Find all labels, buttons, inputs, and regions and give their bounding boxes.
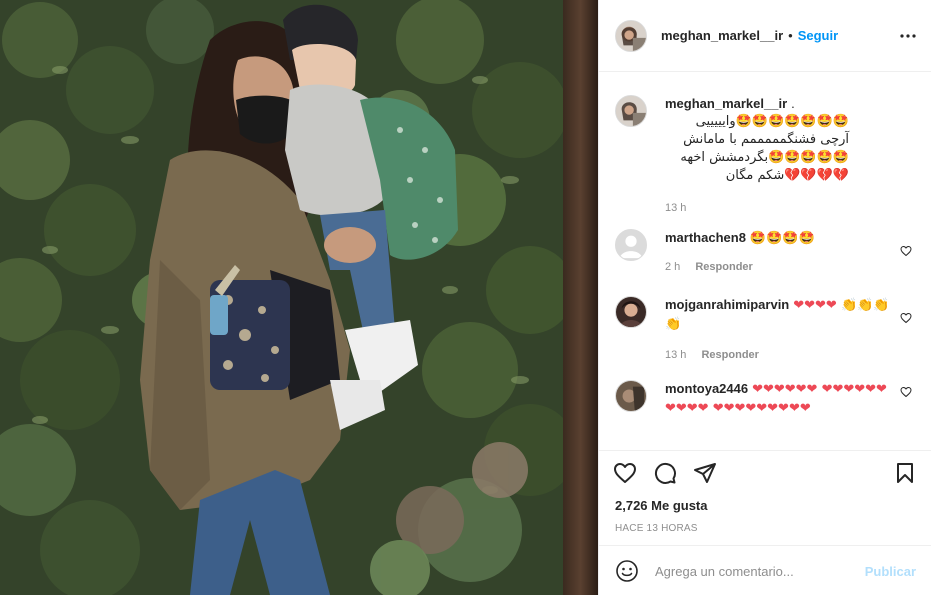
caption-username[interactable]: meghan_markel__ir [665,96,787,111]
paper-plane-icon[interactable] [693,461,719,487]
comment-body: montoya2446 ❤❤❤❤❤❤ ❤❤❤❤❤❤❤❤❤❤ ❤❤❤❤❤❤❤❤❤ [665,380,895,418]
caption-body: meghan_markel__ir. 🤩🤩🤩🤩🤩🤩🤩وایییییی آرچی … [665,95,895,215]
likes-count[interactable]: 2,726 Me gusta [615,498,708,513]
caption-time[interactable]: 13 h [665,202,686,214]
caption-line-2: آرچی فشنگمممممم با مامانش [683,132,849,147]
comment-username[interactable]: mojganrahimiparvin [665,297,789,312]
comment-avatar[interactable] [615,229,647,261]
header-separator: • [788,28,793,43]
comment-avatar-image [616,297,646,327]
comment-text: 🤩🤩🤩🤩 [749,231,815,246]
comment-meta: 2 h Responder [665,260,895,274]
comment-username[interactable]: montoya2446 [665,381,748,396]
caption: meghan_markel__ir. 🤩🤩🤩🤩🤩🤩🤩وایییییی آرچی … [615,73,916,215]
comments-list[interactable]: meghan_markel__ir. 🤩🤩🤩🤩🤩🤩🤩وایییییی آرچی … [599,73,931,450]
comment-time[interactable]: 2 h [665,261,680,273]
comment-meta: 13 h Responder [665,348,895,362]
post-side-panel: meghan_markel__ir • Seguir meghan_markel… [598,0,931,595]
reply-button[interactable]: Responder [701,349,758,361]
comment-avatar[interactable] [615,296,647,328]
instagram-post: meghan_markel__ir • Seguir meghan_markel… [0,0,931,595]
comment-like-icon[interactable] [900,386,912,398]
post-actions: 2,726 Me gusta HACE 13 HORAS Publicar [599,450,931,595]
reply-button[interactable]: Responder [695,261,752,273]
caption-avatar[interactable] [615,95,647,127]
comment-like-icon[interactable] [900,245,912,257]
comment-like-icon[interactable] [900,312,912,324]
comment-input[interactable] [655,563,845,579]
comment-time[interactable]: 13 h [665,349,686,361]
comment-item: mojganrahimiparvin ❤❤❤❤ 👏👏👏👏 13 h Respond… [615,274,916,362]
post-header: meghan_markel__ir • Seguir [599,0,931,72]
action-icons [613,461,918,491]
comment-item: marthachen8 🤩🤩🤩🤩 2 h Responder [615,215,916,274]
comment-bubble-icon[interactable] [653,461,679,487]
post-photo[interactable] [0,0,598,595]
heart-outline-icon[interactable] [613,461,639,487]
more-options-icon[interactable] [898,26,918,46]
caption-line-3: 🤩🤩🤩🤩🤩بگردمشش اخهه [680,150,849,165]
author-username[interactable]: meghan_markel__ir [661,28,783,43]
add-comment-bar: Publicar [599,545,931,595]
comment-body: mojganrahimiparvin ❤❤❤❤ 👏👏👏👏 13 h Respond… [665,296,895,362]
comment-username[interactable]: marthachen8 [665,230,746,245]
author-avatar[interactable] [615,19,647,52]
smiley-icon[interactable] [615,559,639,583]
comment-avatar[interactable] [615,380,647,412]
default-avatar-icon [616,230,646,260]
caption-avatar-image [616,96,646,126]
publish-button[interactable]: Publicar [865,564,916,579]
caption-line-4: 💔💔💔💔شکم مگان [725,168,849,183]
post-time[interactable]: HACE 13 HORAS [615,523,698,534]
caption-line-1: 🤩🤩🤩🤩🤩🤩🤩وایییییی [695,114,849,129]
caption-meta: 13 h [665,201,895,215]
comment-body: marthachen8 🤩🤩🤩🤩 2 h Responder [665,229,895,274]
photo-illustration [0,0,598,595]
bookmark-icon[interactable] [893,461,919,487]
comment-avatar-image [616,381,646,411]
comment-item: montoya2446 ❤❤❤❤❤❤ ❤❤❤❤❤❤❤❤❤❤ ❤❤❤❤❤❤❤❤❤ [615,362,916,418]
author-avatar-image [616,20,646,51]
caption-dot: . [791,96,795,111]
follow-button[interactable]: Seguir [798,28,838,43]
